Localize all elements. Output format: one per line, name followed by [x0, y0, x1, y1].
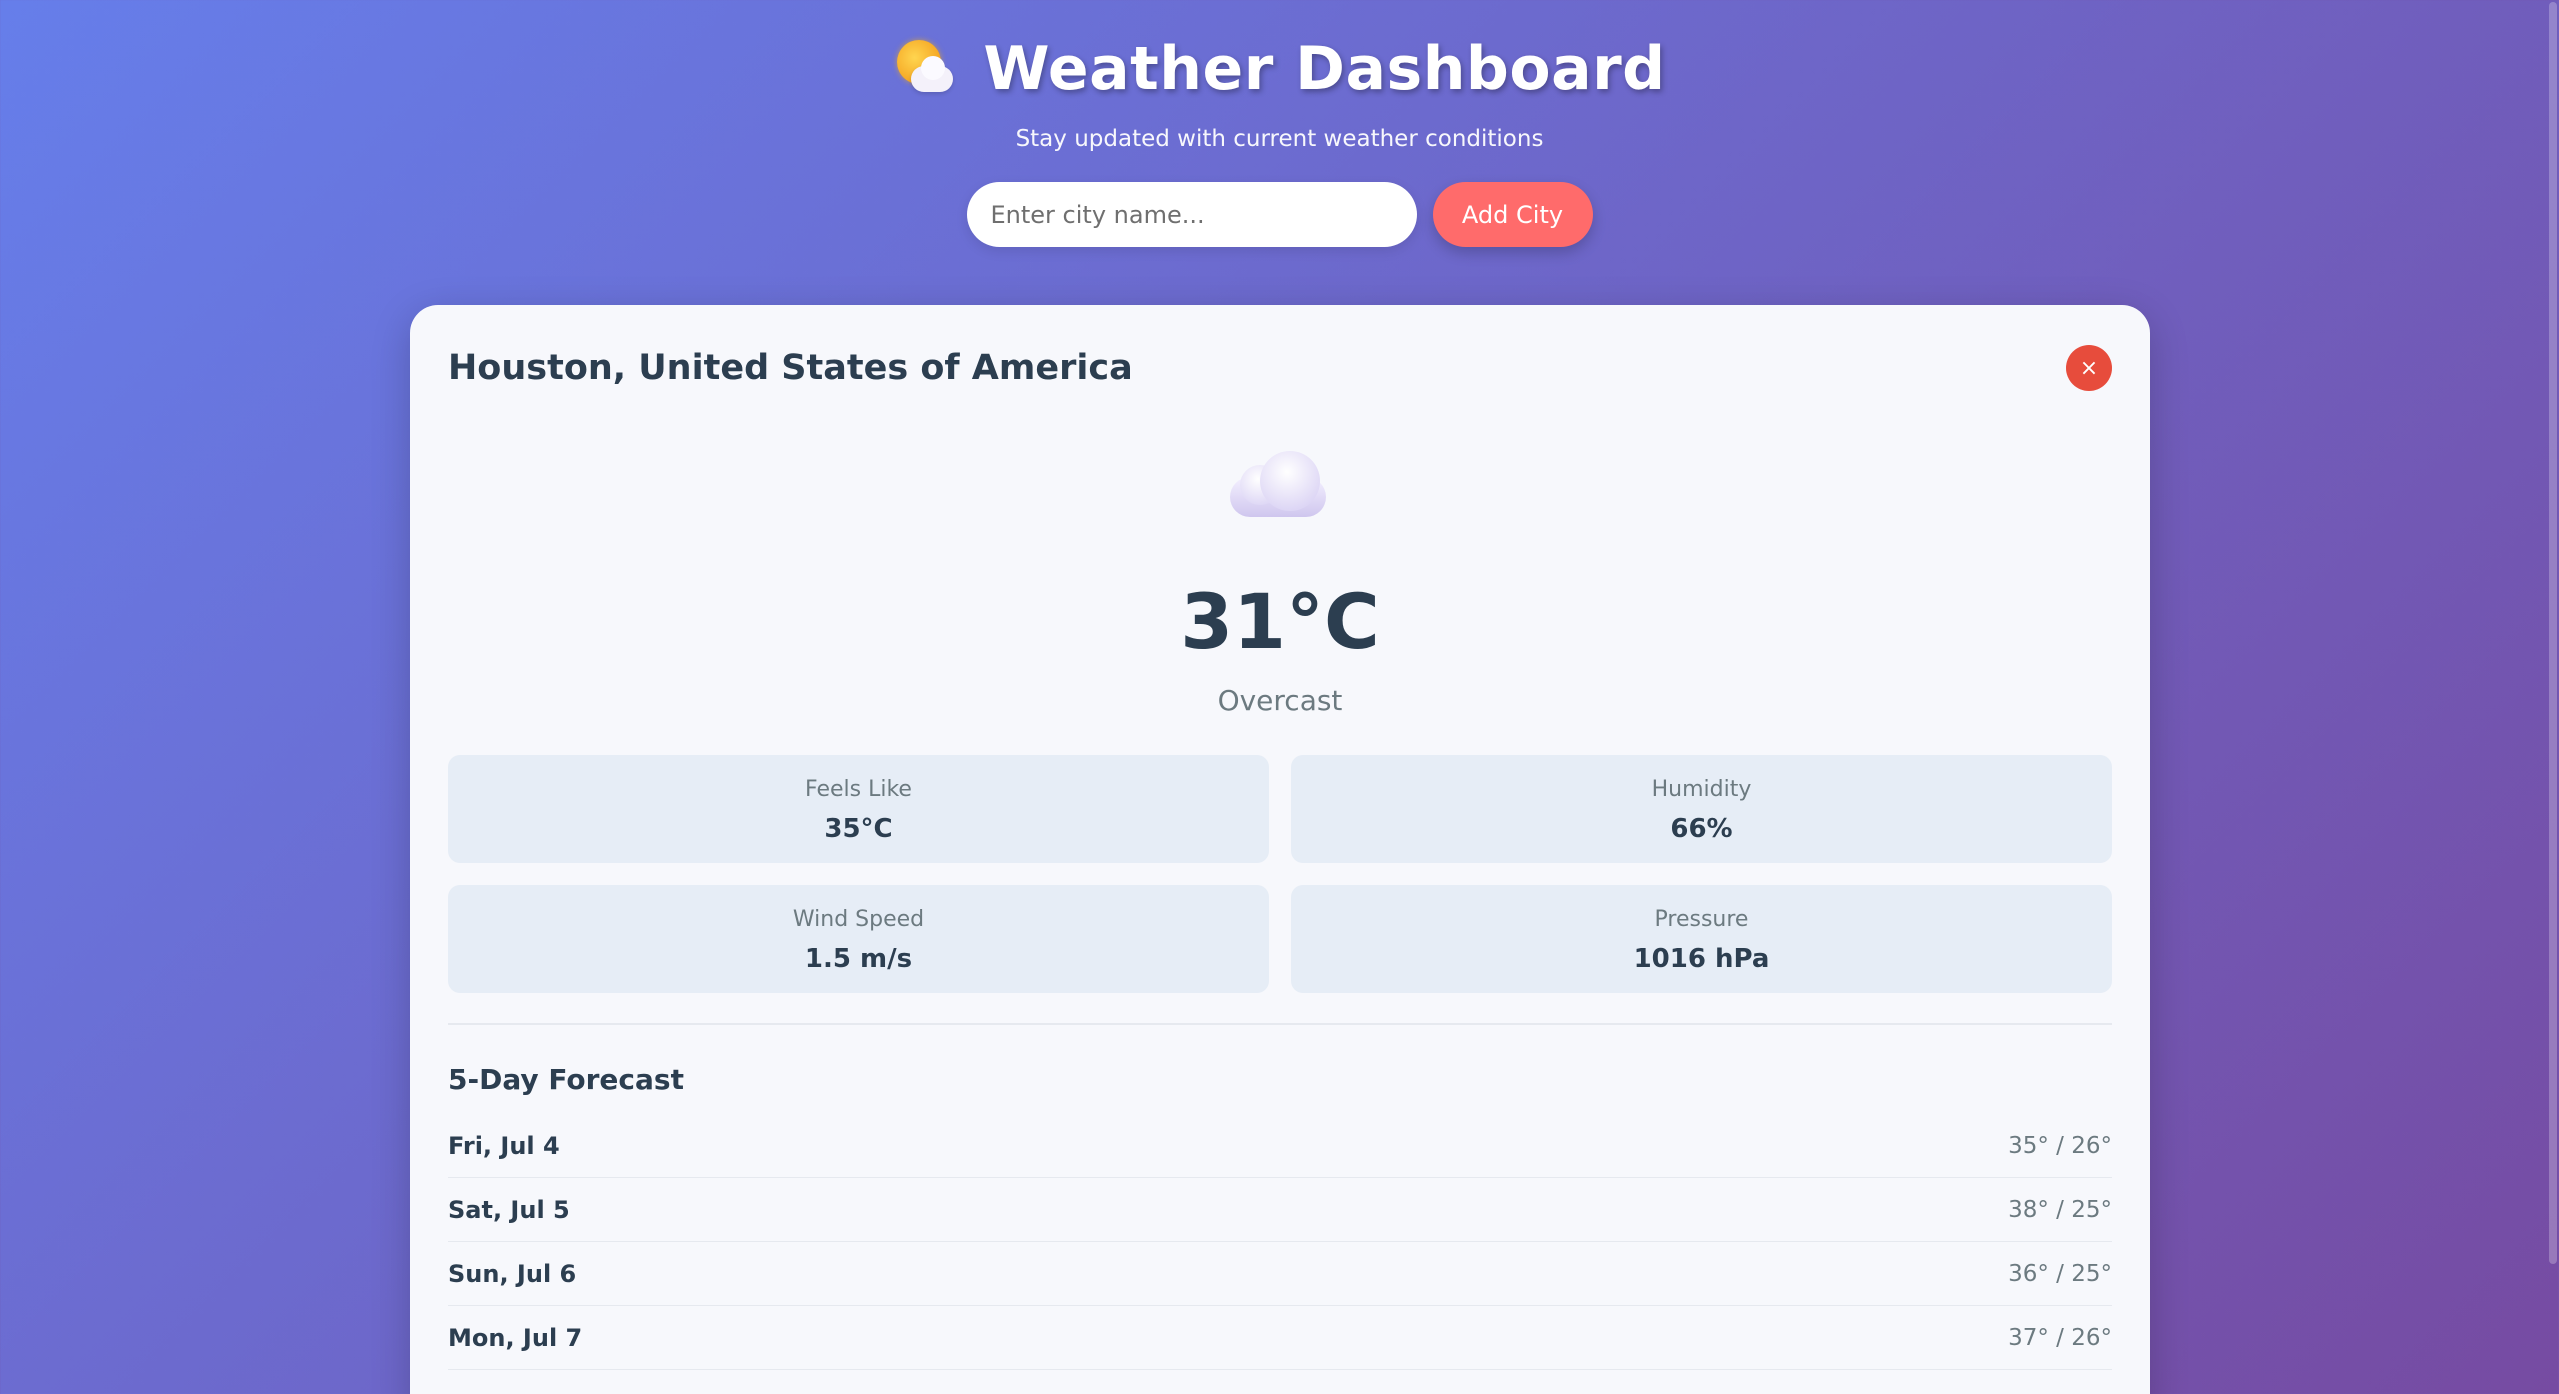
forecast-row: Fri, Jul 4 35° / 26° — [448, 1114, 2112, 1178]
forecast-title: 5-Day Forecast — [448, 1063, 684, 1096]
weather-card: Houston, United States of America × 31°C… — [410, 305, 2150, 1394]
detail-wind-speed: Wind Speed 1.5 m/s — [448, 885, 1269, 993]
forecast-temps: 35° / 26° — [2008, 1132, 2112, 1159]
sun-behind-cloud-icon — [893, 36, 959, 102]
detail-pressure: Pressure 1016 hPa — [1291, 885, 2112, 993]
detail-label: Humidity — [1651, 777, 1752, 802]
search-bar: Add City — [0, 182, 2559, 247]
detail-label: Wind Speed — [792, 907, 925, 932]
forecast-day: Fri, Jul 4 — [448, 1131, 560, 1160]
detail-label: Feels Like — [805, 777, 912, 802]
detail-value: 66% — [1670, 814, 1733, 844]
forecast-row: Mon, Jul 7 37° / 26° — [448, 1306, 2112, 1370]
detail-humidity: Humidity 66% — [1291, 755, 2112, 863]
detail-value: 1.5 m/s — [804, 944, 913, 974]
cloud-icon — [1230, 451, 1330, 521]
city-name: Houston, United States of America — [448, 348, 1133, 388]
scrollbar-thumb[interactable] — [2549, 2, 2557, 1264]
remove-city-button[interactable]: × — [2066, 345, 2112, 391]
weather-details: Feels Like 35°C Humidity 66% Wind Speed … — [448, 755, 2112, 993]
forecast-row: Sat, Jul 5 38° / 25° — [448, 1178, 2112, 1242]
current-temperature: 31°C — [1180, 577, 1380, 666]
forecast-day: Mon, Jul 7 — [448, 1323, 583, 1352]
weather-condition: Overcast — [1217, 684, 1343, 717]
page-title: Weather Dashboard — [983, 34, 1666, 104]
detail-label: Pressure — [1654, 907, 1749, 932]
detail-value: 35°C — [824, 814, 893, 844]
add-city-button[interactable]: Add City — [1432, 182, 1593, 247]
page-subtitle: Stay updated with current weather condit… — [1015, 126, 1544, 152]
divider — [448, 1023, 2112, 1025]
forecast-temps: 36° / 25° — [2008, 1260, 2112, 1287]
forecast-list: Fri, Jul 4 35° / 26° Sat, Jul 5 38° / 25… — [448, 1114, 2112, 1370]
card-header: Houston, United States of America × — [448, 345, 2112, 391]
forecast-day: Sun, Jul 6 — [448, 1259, 577, 1288]
city-search-input[interactable] — [966, 182, 1417, 247]
title-row: Weather Dashboard — [0, 34, 2559, 104]
page-header: Weather Dashboard Stay updated with curr… — [0, 0, 2559, 247]
page-scrollbar[interactable] — [2545, 0, 2559, 1394]
forecast-day: Sat, Jul 5 — [448, 1195, 570, 1224]
forecast-row: Sun, Jul 6 36° / 25° — [448, 1242, 2112, 1306]
detail-value: 1016 hPa — [1633, 944, 1770, 974]
detail-feels-like: Feels Like 35°C — [448, 755, 1269, 863]
forecast-temps: 38° / 25° — [2008, 1196, 2112, 1223]
forecast-temps: 37° / 26° — [2008, 1324, 2112, 1351]
